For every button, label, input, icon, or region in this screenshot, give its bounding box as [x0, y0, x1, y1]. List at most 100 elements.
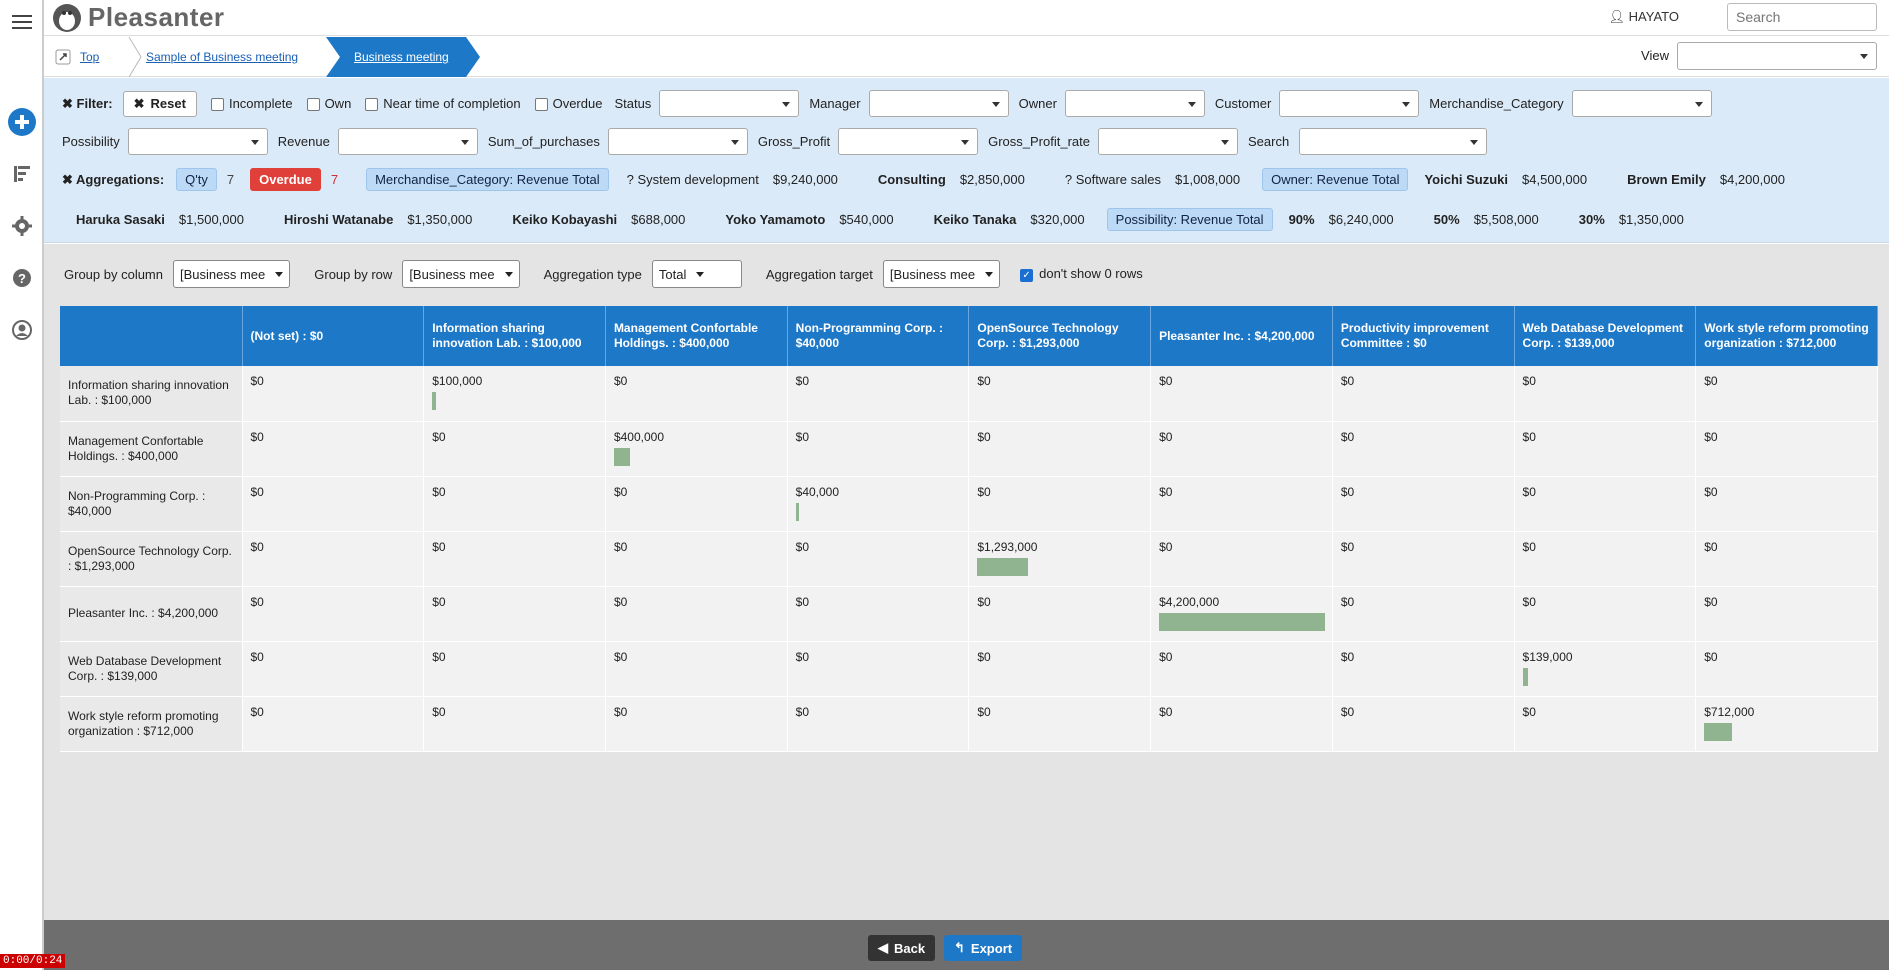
table-cell[interactable]: $139,000 [1514, 641, 1697, 697]
checkbox-own[interactable]: Own [306, 96, 351, 112]
table-cell[interactable]: $0 [1695, 421, 1878, 477]
table-cell[interactable]: $0 [1150, 531, 1333, 587]
group-by-row-select[interactable]: [Business mee [402, 260, 520, 288]
back-button[interactable]: ◀ Back [868, 935, 936, 961]
user-account-icon[interactable] [6, 314, 38, 346]
table-cell[interactable]: $0 [968, 366, 1152, 422]
table-cell[interactable]: $0 [1695, 366, 1878, 422]
list-views-icon[interactable] [6, 158, 38, 190]
table-cell[interactable]: $0 [242, 531, 425, 587]
sum-of-purchases-select[interactable] [607, 128, 748, 155]
table-cell[interactable]: $0 [968, 476, 1152, 532]
checkbox-near-completion[interactable]: Near time of completion [365, 96, 521, 112]
qty-badge[interactable]: Q'ty [176, 168, 217, 191]
table-cell[interactable]: $0 [605, 366, 788, 422]
table-cell[interactable]: $4,200,000 [1150, 586, 1333, 642]
table-cell[interactable]: $0 [1332, 641, 1515, 697]
column-header[interactable]: Management Confortable Holdings. : $400,… [605, 306, 788, 366]
table-cell[interactable]: $0 [787, 531, 970, 587]
table-cell[interactable]: $0 [1514, 531, 1697, 587]
table-cell[interactable]: $0 [1514, 696, 1697, 752]
table-cell[interactable]: $0 [423, 696, 606, 752]
checkbox-incomplete[interactable]: Incomplete [210, 96, 293, 112]
table-cell[interactable]: $0 [242, 366, 425, 422]
gross-profit-rate-select[interactable] [1097, 128, 1238, 155]
view-select[interactable] [1677, 42, 1877, 70]
table-cell[interactable]: $0 [787, 696, 970, 752]
table-cell[interactable]: $0 [605, 531, 788, 587]
table-cell[interactable]: $0 [1332, 476, 1515, 532]
reset-button[interactable]: ✖ Reset [122, 90, 197, 117]
column-header[interactable]: Pleasanter Inc. : $4,200,000 [1150, 306, 1333, 366]
possibility-select[interactable] [127, 128, 268, 155]
table-cell[interactable]: $0 [1695, 586, 1878, 642]
breadcrumb-item-sample[interactable]: Sample of Business meeting [128, 37, 328, 77]
breadcrumb-item-business-meeting[interactable]: Business meeting [326, 37, 466, 77]
gear-icon[interactable] [6, 210, 38, 242]
column-header[interactable]: (Not set) : $0 [242, 306, 425, 366]
user-menu[interactable]: 👤︎ HAYATO [1609, 9, 1679, 25]
column-header[interactable]: Web Database Development Corp. : $139,00… [1514, 306, 1697, 366]
app-logo[interactable]: Pleasanter [52, 2, 225, 33]
table-cell[interactable]: $0 [1695, 476, 1878, 532]
manager-select[interactable] [868, 90, 1009, 117]
table-cell[interactable]: $0 [242, 586, 425, 642]
table-cell[interactable]: $0 [1332, 531, 1515, 587]
table-cell[interactable]: $0 [968, 696, 1152, 752]
table-cell[interactable]: $712,000 [1695, 696, 1878, 752]
column-header[interactable]: Information sharing innovation Lab. : $1… [423, 306, 606, 366]
table-cell[interactable]: $0 [605, 476, 788, 532]
table-cell[interactable]: $0 [1332, 696, 1515, 752]
filter-toggle[interactable]: ✖ Filter: [62, 96, 113, 112]
table-cell[interactable]: $40,000 [787, 476, 970, 532]
table-cell[interactable]: $0 [1150, 366, 1333, 422]
table-cell[interactable]: $100,000 [423, 366, 606, 422]
table-cell[interactable]: $0 [242, 696, 425, 752]
column-header[interactable]: OpenSource Technology Corp. : $1,293,000 [968, 306, 1152, 366]
table-cell[interactable]: $0 [1332, 421, 1515, 477]
table-cell[interactable]: $0 [242, 476, 425, 532]
table-cell[interactable]: $0 [242, 421, 425, 477]
help-icon[interactable]: ? [6, 262, 38, 294]
table-cell[interactable]: $0 [1150, 421, 1333, 477]
aggregations-toggle[interactable]: ✖ Aggregations: [62, 172, 164, 188]
table-cell[interactable]: $0 [1332, 366, 1515, 422]
column-header[interactable]: Non-Programming Corp. : $40,000 [787, 306, 970, 366]
column-header[interactable]: Work style reform promoting organization… [1695, 306, 1878, 366]
table-cell[interactable]: $0 [968, 641, 1152, 697]
table-cell[interactable]: $0 [1514, 421, 1697, 477]
table-cell[interactable]: $0 [605, 586, 788, 642]
hamburger-menu-icon[interactable] [6, 6, 38, 38]
table-cell[interactable]: $400,000 [605, 421, 788, 477]
aggregation-type-select[interactable]: Total [651, 260, 742, 288]
table-cell[interactable]: $0 [1150, 696, 1333, 752]
permalink-icon[interactable] [52, 37, 74, 77]
customer-select[interactable] [1279, 90, 1420, 117]
table-cell[interactable]: $0 [1695, 531, 1878, 587]
table-cell[interactable]: $0 [605, 696, 788, 752]
table-cell[interactable]: $0 [605, 641, 788, 697]
table-cell[interactable]: $0 [787, 641, 970, 697]
column-header[interactable]: Productivity improvement Committee : $0 [1332, 306, 1515, 366]
aggregation-target-select[interactable]: [Business mee [882, 260, 1001, 288]
table-cell[interactable]: $0 [1514, 476, 1697, 532]
table-cell[interactable]: $0 [787, 421, 970, 477]
table-cell[interactable]: $0 [787, 586, 970, 642]
overdue-badge[interactable]: Overdue [250, 168, 321, 191]
table-cell[interactable]: $0 [423, 531, 606, 587]
table-cell[interactable]: $0 [242, 641, 425, 697]
status-select[interactable] [659, 90, 800, 117]
group-by-column-select[interactable]: [Business mee [173, 260, 291, 288]
merchandise-category-select[interactable] [1571, 90, 1712, 117]
table-cell[interactable]: $0 [1150, 641, 1333, 697]
table-cell[interactable]: $0 [1695, 641, 1878, 697]
revenue-select[interactable] [337, 128, 478, 155]
table-cell[interactable]: $0 [787, 366, 970, 422]
filter-search-input[interactable] [1299, 128, 1488, 155]
hide-zero-rows-checkbox[interactable]: ✓ don't show 0 rows [1020, 266, 1143, 282]
table-cell[interactable]: $0 [968, 586, 1152, 642]
owner-select[interactable] [1064, 90, 1205, 117]
table-cell[interactable]: $0 [1514, 586, 1697, 642]
merchandise-agg-badge[interactable]: Merchandise_Category: Revenue Total [366, 168, 609, 191]
possibility-agg-badge[interactable]: Possibility: Revenue Total [1106, 208, 1273, 231]
